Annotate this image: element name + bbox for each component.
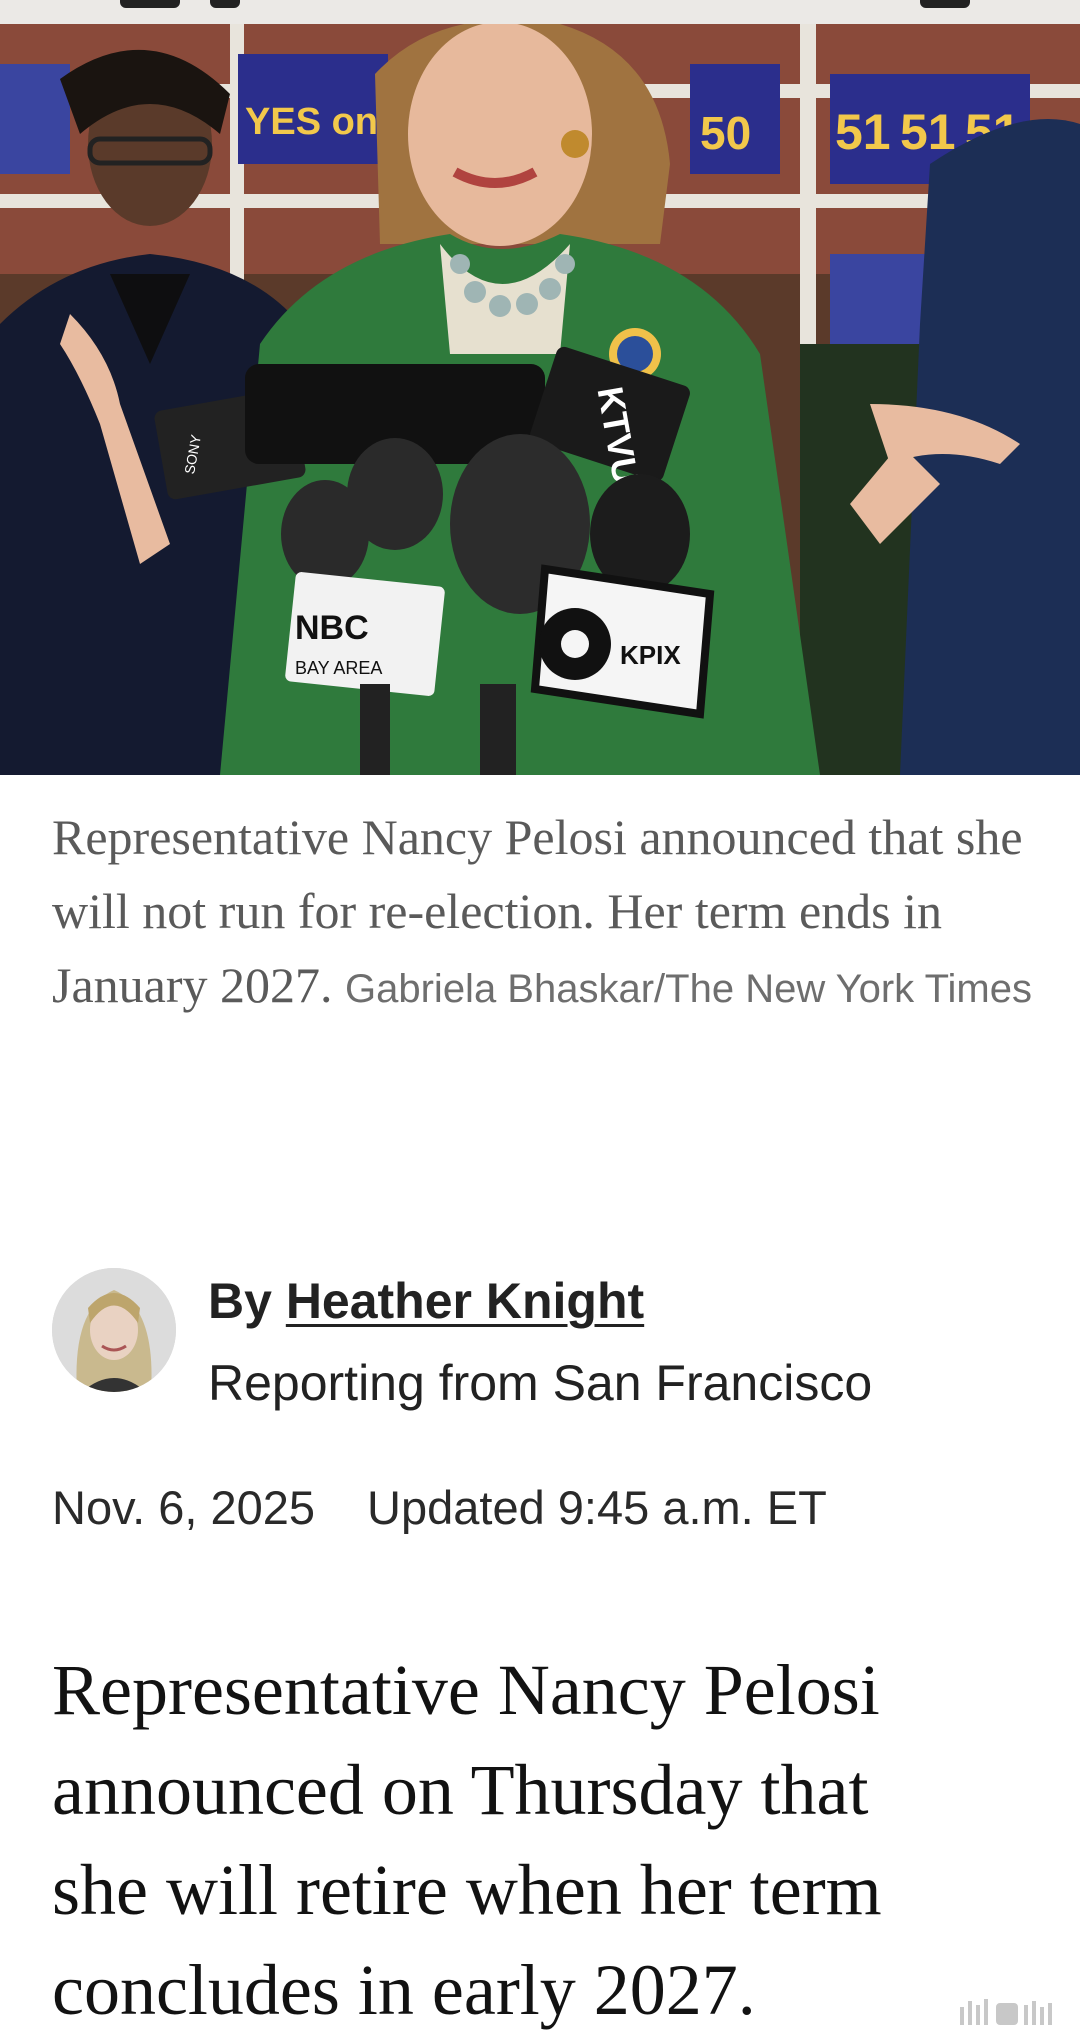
lede-line: concludes in early 2027.: [52, 1950, 756, 2030]
author-byline: By Heather Knight: [208, 1272, 644, 1330]
byline-prefix: By: [208, 1273, 286, 1329]
author-avatar[interactable]: [52, 1268, 176, 1392]
status-indicator: [210, 0, 240, 8]
article-lede: Representative Nancy Pelosi announced on…: [52, 1640, 1062, 2040]
publish-date: Nov. 6, 2025: [52, 1481, 316, 1534]
campaign-sign: YES on: [238, 54, 388, 164]
lede-line: Representative Nancy Pelosi: [52, 1650, 880, 1730]
mic-flag-text: KPIX: [620, 640, 681, 670]
mic-flag-text: NBC: [295, 609, 369, 647]
lede-line: announced on Thursday that: [52, 1750, 869, 1830]
article-photo[interactable]: YES on 50 51 51 51: [0, 24, 1080, 775]
photo-credit: Gabriela Bhaskar/The New York Times: [345, 967, 1032, 1011]
sign-text: 50: [700, 107, 751, 159]
photo-caption: Representative Nancy Pelosi announced th…: [52, 800, 1042, 1022]
watermark-logo: [952, 1993, 1062, 2033]
updated-time: Updated 9:45 a.m. ET: [367, 1481, 827, 1534]
dateline: Nov. 6, 2025 Updated 9:45 a.m. ET: [52, 1480, 827, 1535]
sign-text: 51: [835, 104, 891, 160]
sign-text: YES on: [245, 101, 378, 143]
lede-line: she will retire when her term: [52, 1850, 882, 1930]
status-indicator: [120, 0, 180, 8]
sign-text: 51: [900, 104, 956, 160]
reporting-location: Reporting from San Francisco: [208, 1355, 873, 1411]
mic-flag-text: BAY AREA: [295, 658, 382, 678]
author-link[interactable]: Heather Knight: [286, 1273, 644, 1329]
status-bar: [0, 0, 1080, 24]
byline: By Heather Knight Reporting from San Fra…: [52, 1268, 1052, 1411]
campaign-sign: 50: [690, 64, 780, 174]
battery-icon: [920, 0, 970, 8]
